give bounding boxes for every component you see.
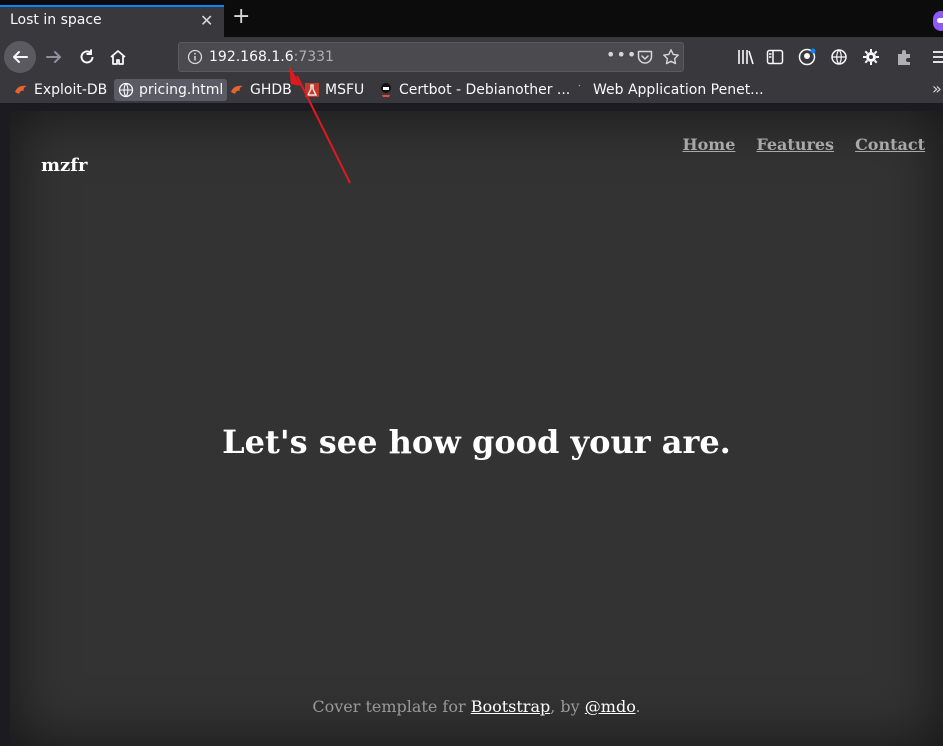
bookmarks-overflow-icon[interactable]: » [932, 79, 942, 98]
globe-icon [118, 82, 134, 98]
gear-extension-icon[interactable] [862, 48, 880, 66]
close-tab-icon[interactable]: ✕ [200, 11, 213, 30]
left-window-edge [0, 103, 10, 746]
bookmark-exploit-db[interactable]: Exploit-DB [9, 79, 111, 101]
bookmark-label: GHDB [250, 82, 292, 98]
exploit-db-icon [15, 85, 27, 94]
private-browsing-icon [933, 11, 943, 31]
home-icon [110, 50, 126, 65]
url-host: 192.168.1.6 [209, 49, 294, 65]
globe-extension-icon[interactable] [830, 48, 848, 66]
site-navigation: Home Features Contact [682, 135, 925, 154]
url-port: :7331 [293, 49, 334, 65]
bookmark-ghdb[interactable]: GHDB [225, 79, 296, 101]
menu-icon[interactable] [931, 48, 943, 66]
puzzle-extension-icon[interactable] [895, 48, 913, 66]
bookmark-label: Certbot - Debianother ... [399, 82, 571, 98]
back-arrow-icon [13, 51, 28, 63]
library-icon[interactable] [737, 48, 755, 66]
bookmark-label: Web Application Penet... [593, 82, 764, 98]
bookmarks-toolbar: Exploit-DB pricing.html GHDB MSFU Certbo… [0, 77, 943, 103]
nav-link-contact[interactable]: Contact [855, 135, 925, 154]
cover-heading: Let's see how good your are. [222, 423, 731, 461]
tab-strip: Lost in space ✕ + [0, 0, 943, 37]
page-footer: Cover template for Bootstrap, by @mdo. [10, 697, 943, 716]
navigation-toolbar: 192.168.1.6:7331 ••• [0, 37, 943, 77]
footer-middle: , by [550, 697, 585, 716]
bookmark-label: Exploit-DB [34, 82, 108, 98]
new-tab-button[interactable]: + [232, 6, 250, 28]
reload-button[interactable] [71, 41, 103, 73]
sidebar-icon[interactable] [766, 48, 784, 66]
bookmark-label: MSFU [325, 82, 365, 98]
nav-link-features[interactable]: Features [756, 135, 834, 154]
certbot-icon [381, 83, 391, 97]
home-button[interactable] [102, 41, 134, 73]
bookmark-pricing-html[interactable]: pricing.html [114, 79, 228, 101]
exploit-db-icon [231, 85, 243, 94]
forward-button[interactable] [38, 41, 70, 73]
footer-prefix: Cover template for [312, 697, 471, 716]
nav-link-home[interactable]: Home [682, 135, 735, 154]
tab-title: Lost in space [10, 12, 102, 28]
url-bar[interactable]: 192.168.1.6:7331 ••• [178, 42, 684, 72]
site-info-icon[interactable] [187, 49, 203, 65]
bookmark-star-icon[interactable] [662, 48, 680, 66]
bookmark-msfu[interactable]: MSFU [300, 79, 368, 101]
account-icon[interactable] [798, 48, 816, 66]
site-brand[interactable]: mzfr [41, 155, 88, 176]
web-page: mzfr Home Features Contact Let's see how… [10, 111, 943, 746]
forward-arrow-icon [46, 51, 61, 63]
back-button[interactable] [4, 41, 36, 73]
url-text[interactable]: 192.168.1.6:7331 [209, 49, 334, 65]
flask-icon [305, 83, 319, 97]
pocket-icon[interactable] [637, 50, 653, 65]
bookmark-certbot[interactable]: Certbot - Debianother ... [374, 79, 574, 101]
bookmark-web-application-penet[interactable]: Web Application Penet... [568, 79, 768, 101]
bookmark-label: pricing.html [139, 82, 224, 98]
footer-suffix: . [635, 697, 641, 716]
blank-icon [578, 84, 581, 87]
bootstrap-link[interactable]: Bootstrap [471, 697, 551, 716]
mdo-link[interactable]: @mdo [585, 697, 636, 716]
page-actions-menu-icon[interactable]: ••• [606, 45, 637, 64]
reload-icon [80, 49, 94, 64]
tab-lost-in-space[interactable]: Lost in space ✕ [0, 5, 224, 37]
